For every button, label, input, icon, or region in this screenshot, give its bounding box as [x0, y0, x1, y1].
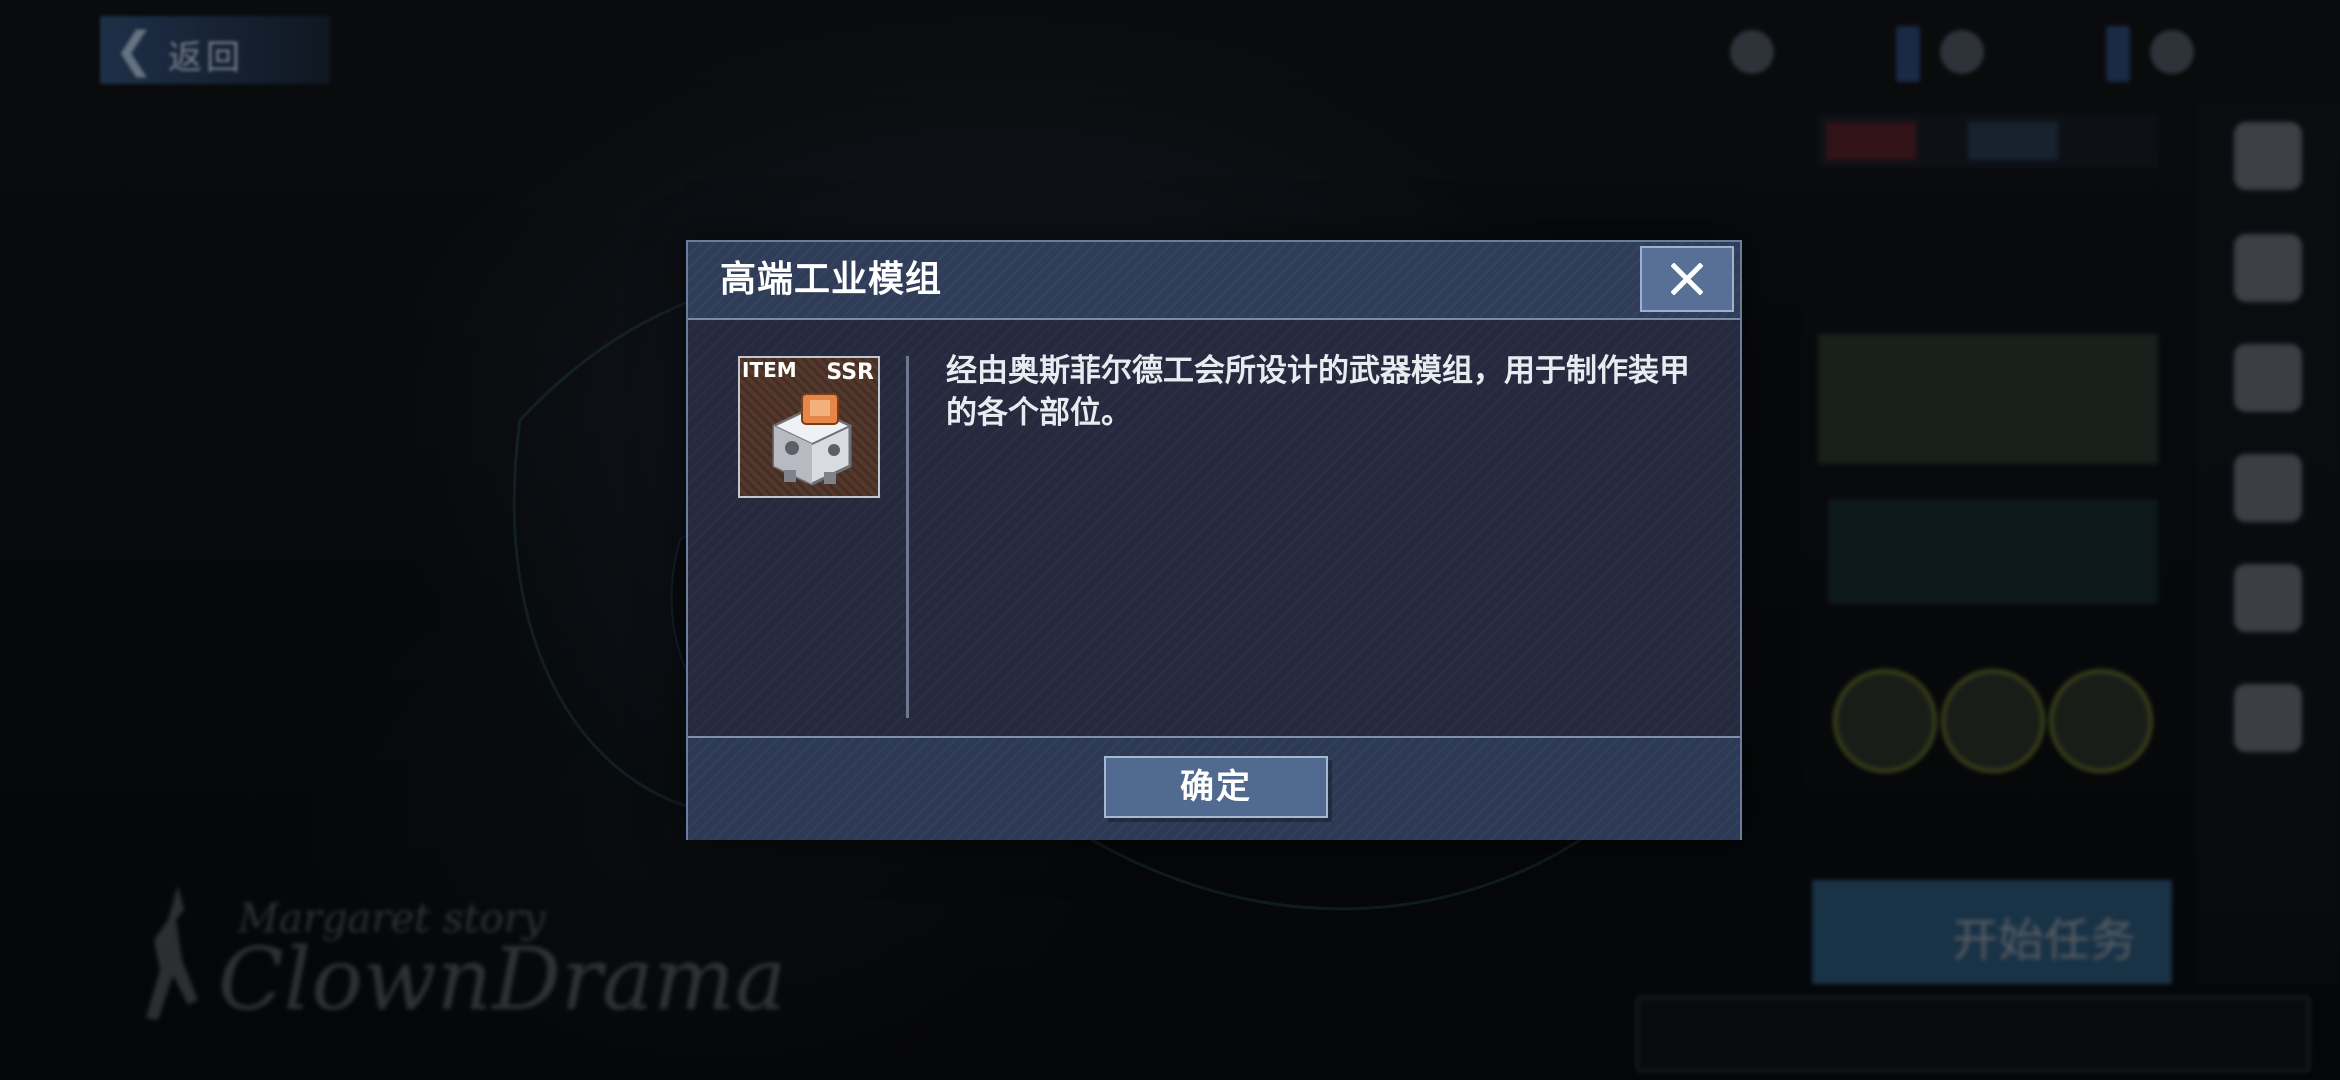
item-type-label: ITEM	[742, 358, 797, 382]
item-description: 经由奥斯菲尔德工会所设计的武器模组，用于制作装甲的各个部位。	[946, 353, 1690, 431]
dialog-title: 高端工业模组	[720, 259, 943, 300]
dialog-header: 高端工业模组	[688, 242, 1740, 320]
close-icon	[1671, 263, 1703, 295]
dialog-divider	[906, 356, 909, 718]
dialog-footer: 确定	[688, 736, 1740, 840]
close-button[interactable]	[1640, 246, 1734, 312]
item-thumbnail: ITEM SSR	[738, 356, 880, 498]
item-detail-dialog: 高端工业模组 ITEM SSR 经由奥斯菲尔德工会所设计的武器模组，用于制作装甲…	[686, 240, 1742, 840]
confirm-button[interactable]: 确定	[1104, 756, 1328, 818]
industrial-module-icon	[771, 393, 853, 486]
item-rarity-badge: SSR	[826, 360, 874, 385]
